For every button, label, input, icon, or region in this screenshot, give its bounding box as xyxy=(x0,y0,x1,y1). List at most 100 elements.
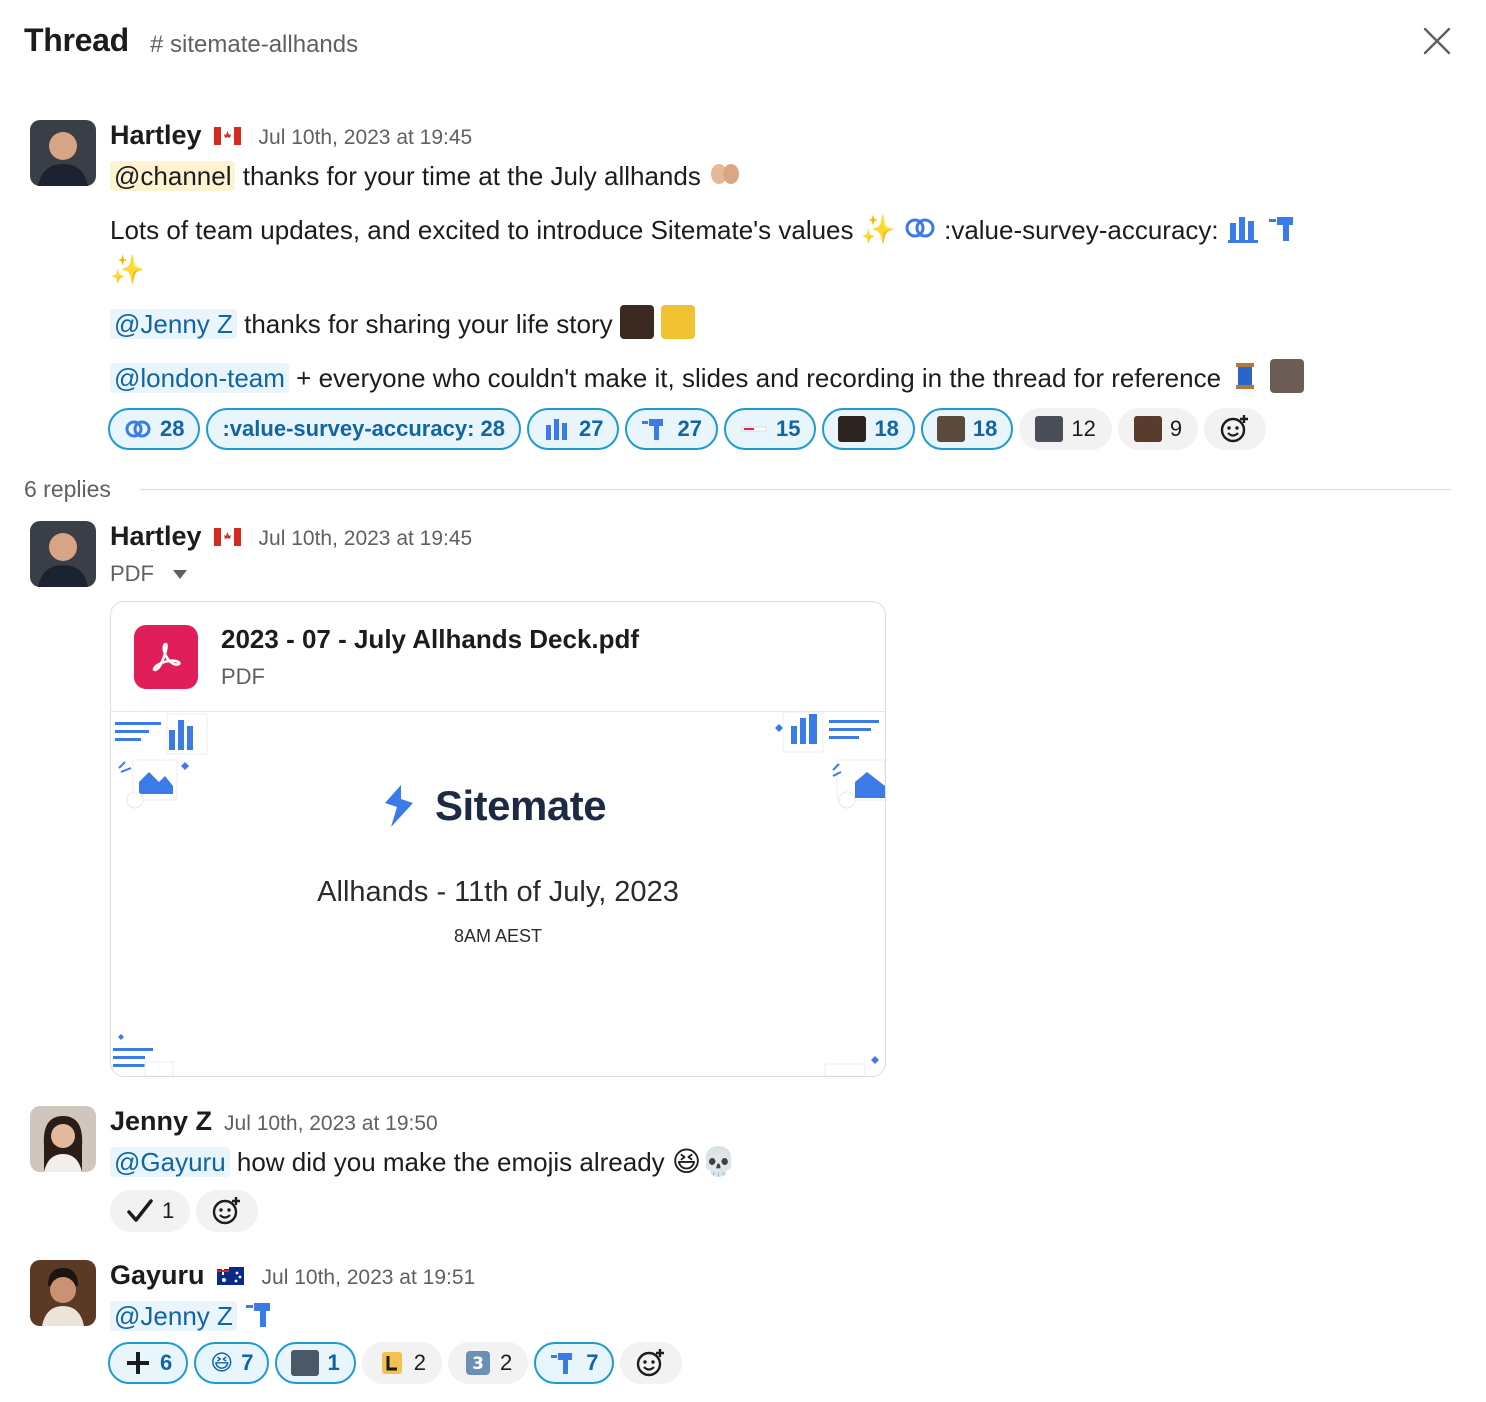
close-icon[interactable] xyxy=(1422,26,1452,56)
group-mention[interactable]: @london-team xyxy=(110,363,289,393)
value-drill-icon xyxy=(642,419,664,440)
channel-name[interactable]: # sitemate-allhands xyxy=(150,31,358,59)
add-reaction-button[interactable] xyxy=(196,1190,259,1232)
message-text: how did you make the emojis already xyxy=(236,1147,665,1177)
avatar[interactable] xyxy=(30,521,96,587)
message-text: + everyone who couldn't make it, slides … xyxy=(296,363,1222,393)
value-line-icon xyxy=(741,426,767,432)
attachment-label: PDF xyxy=(110,561,154,586)
reaction-count: 12 xyxy=(1071,416,1096,441)
keycap-3-icon: 3 xyxy=(465,1351,490,1375)
emoji-shortcode: :value-survey-accuracy: xyxy=(944,215,1219,245)
user-mention[interactable]: @Jenny Z xyxy=(110,1301,237,1331)
reaction-value-line[interactable]: 15 xyxy=(723,408,817,450)
canada-flag-icon xyxy=(213,528,241,546)
reaction-value-drill[interactable]: 7 xyxy=(534,1342,615,1384)
reply-message: Hartley Jul 10th, 2023 at 19:45 PDF 2023… xyxy=(30,521,1456,1081)
plus-icon xyxy=(127,1352,149,1374)
reaction-count: 2 xyxy=(499,1350,513,1375)
author-name[interactable]: Gayuru xyxy=(110,1260,205,1291)
raising-hands-icon xyxy=(711,164,740,184)
file-attachment-card[interactable]: 2023 - 07 - July Allhands Deck.pdf PDF S… xyxy=(110,601,886,1077)
author-name[interactable]: Jenny Z xyxy=(110,1106,212,1137)
value-building-icon xyxy=(545,419,567,440)
file-type: PDF xyxy=(221,664,265,689)
reaction-count: 1 xyxy=(162,1198,175,1223)
timestamp[interactable]: Jul 10th, 2023 at 19:45 xyxy=(259,126,473,150)
reaction-photo-e[interactable]: 1 xyxy=(275,1342,356,1384)
laughing-face-icon: 😆 xyxy=(671,1146,702,1177)
reaction-letter-l[interactable]: 2 xyxy=(361,1342,442,1384)
reaction-count: 28 xyxy=(160,416,185,441)
decorative-graphic-icon xyxy=(775,712,885,809)
reaction-photo-a[interactable]: 18 xyxy=(822,408,915,450)
avatar[interactable] xyxy=(30,1260,96,1326)
thread-spool-icon xyxy=(1236,363,1255,389)
avatar[interactable] xyxy=(30,120,96,186)
add-reaction-icon xyxy=(213,1197,241,1225)
value-collab-icon xyxy=(905,218,935,238)
reaction-photo-b[interactable]: 18 xyxy=(920,408,1014,450)
value-drill-icon xyxy=(551,1353,573,1374)
sparkles-icon: ✨ xyxy=(110,254,145,285)
file-preview[interactable]: Sitemate Allhands - 11th of July, 2023 8… xyxy=(111,712,885,1076)
author-name[interactable]: Hartley xyxy=(110,521,202,552)
reaction-value-collab[interactable]: 28 xyxy=(108,408,201,450)
value-drill-icon xyxy=(1269,217,1294,241)
pdf-icon xyxy=(134,625,198,689)
divider-rule xyxy=(140,489,1451,490)
reaction-count: 9 xyxy=(1169,416,1183,441)
reaction-count: :value-survey-accuracy: 28 xyxy=(222,416,505,441)
photo-emoji-icon xyxy=(291,1350,320,1376)
reaction-count: 18 xyxy=(972,416,998,441)
reaction-bar: 1 xyxy=(110,1190,1456,1232)
timestamp[interactable]: Jul 10th, 2023 at 19:51 xyxy=(262,1266,476,1290)
reaction-count: 18 xyxy=(874,416,899,441)
caret-down-icon xyxy=(173,570,187,579)
preview-brand-name: Sitemate xyxy=(435,782,607,829)
reaction-value-building[interactable]: 27 xyxy=(526,408,620,450)
reaction-photo-c[interactable]: 12 xyxy=(1019,408,1112,450)
parent-message: Hartley Jul 10th, 2023 at 19:45 @channel… xyxy=(30,120,1456,460)
reply-message: Gayuru Jul 10th, 2023 at 19:51 @Jenny Z … xyxy=(30,1260,1456,1396)
photo-emoji-icon xyxy=(1035,416,1064,442)
file-header: 2023 - 07 - July Allhands Deck.pdf PDF xyxy=(111,602,885,712)
timestamp[interactable]: Jul 10th, 2023 at 19:45 xyxy=(259,527,473,551)
reaction-plus[interactable]: 6 xyxy=(108,1342,189,1384)
australia-flag-icon xyxy=(216,1267,244,1285)
file-name[interactable]: 2023 - 07 - July Allhands Deck.pdf xyxy=(221,624,639,655)
add-reaction-button[interactable] xyxy=(1204,408,1267,450)
timestamp[interactable]: Jul 10th, 2023 at 19:50 xyxy=(224,1112,438,1136)
add-reaction-button[interactable] xyxy=(620,1342,683,1384)
user-mention[interactable]: @Gayuru xyxy=(110,1147,230,1177)
reaction-count: 6 xyxy=(160,1350,173,1375)
thread-title: Thread xyxy=(24,22,129,58)
attachment-toggle[interactable]: PDF xyxy=(110,561,1456,587)
channel-mention[interactable]: @channel xyxy=(110,161,236,191)
reaction-keycap-3[interactable]: 3 2 xyxy=(447,1342,529,1384)
reaction-count: 7 xyxy=(586,1350,599,1375)
reaction-value-survey-accuracy[interactable]: :value-survey-accuracy: 28 xyxy=(206,408,521,450)
value-building-icon xyxy=(1227,217,1258,243)
reaction-check-mark[interactable]: 1 xyxy=(110,1190,191,1232)
custom-emoji-photo-icon xyxy=(619,305,654,339)
thread-header: Thread # sitemate-allhands xyxy=(24,22,1462,66)
reaction-photo-d[interactable]: 9 xyxy=(1117,408,1199,450)
reaction-laughing[interactable]: 😆 7 xyxy=(194,1342,270,1384)
author-name[interactable]: Hartley xyxy=(110,120,202,151)
reaction-bar: 28 :value-survey-accuracy: 28 27 27 15 1… xyxy=(108,408,1456,450)
reply-message: Jenny Z Jul 10th, 2023 at 19:50 @Gayuru … xyxy=(30,1106,1456,1236)
add-reaction-icon xyxy=(1220,415,1249,443)
decorative-graphic-icon xyxy=(113,1034,174,1076)
sitemate-logo-icon xyxy=(385,785,413,827)
value-drill-icon xyxy=(246,1303,271,1327)
check-mark-icon xyxy=(127,1199,153,1222)
avatar[interactable] xyxy=(30,1106,96,1172)
reaction-value-drill[interactable]: 27 xyxy=(625,408,718,450)
replies-divider: 6 replies xyxy=(24,476,1451,504)
preview-subtitle: 8AM AEST xyxy=(453,926,543,946)
message-text: Lots of team updates, and excited to int… xyxy=(110,215,854,245)
svg-text:3: 3 xyxy=(472,1354,484,1374)
user-mention[interactable]: @Jenny Z xyxy=(110,309,237,339)
reaction-count: 7 xyxy=(241,1350,254,1375)
